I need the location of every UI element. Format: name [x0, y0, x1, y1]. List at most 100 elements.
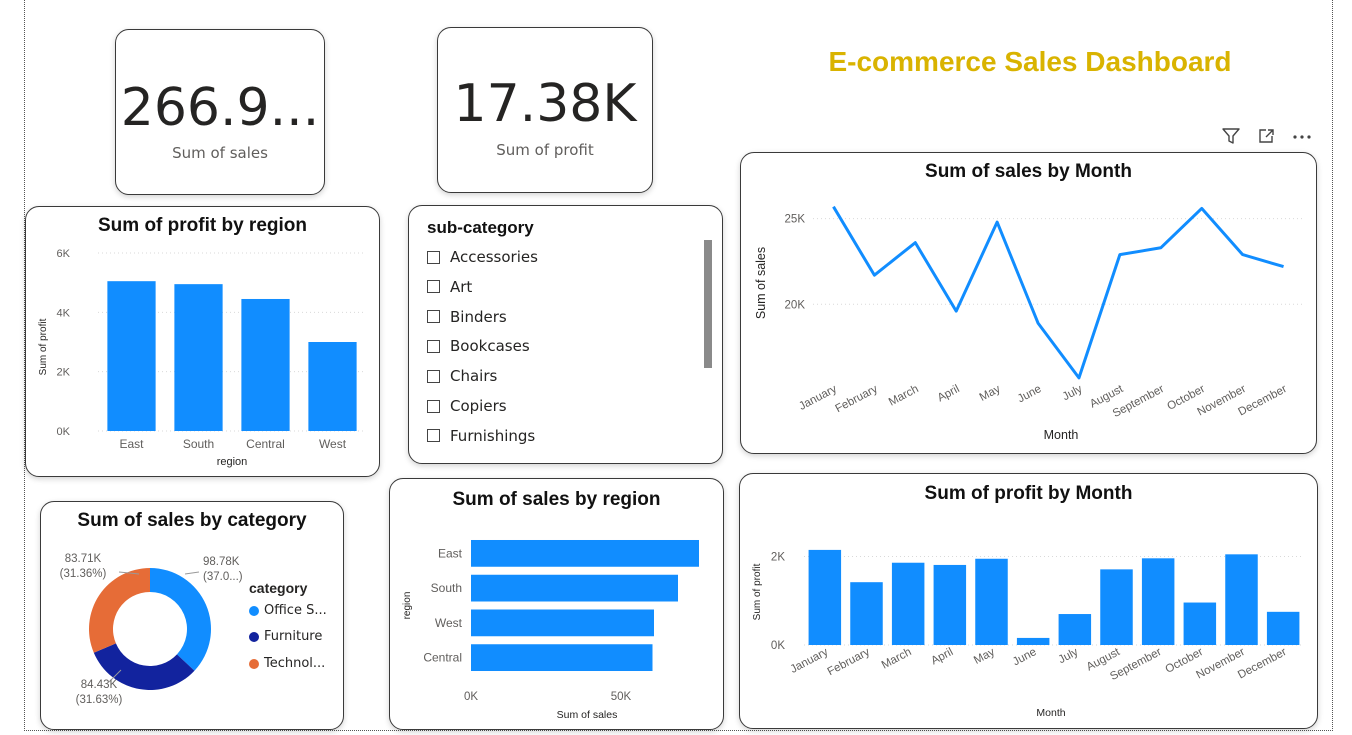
slicer-item[interactable]: Chairs: [427, 364, 497, 388]
y-tick-label: Central: [423, 651, 462, 665]
slicer-item-label: Binders: [450, 307, 507, 326]
x-tick-label: April: [936, 383, 962, 404]
checkbox[interactable]: [427, 429, 440, 443]
focus-mode-icon[interactable]: [1256, 126, 1280, 148]
bar: [241, 298, 290, 431]
legend-label: Furniture: [264, 629, 323, 644]
y-tick-label: West: [435, 616, 463, 630]
x-axis-label: Month: [1044, 428, 1079, 442]
x-tick-label: May: [978, 383, 1003, 404]
sales-by-region-card[interactable]: Sum of sales by region East South West Cent…: [389, 478, 724, 730]
checkbox[interactable]: [427, 280, 440, 294]
y-tick-label: 6K: [57, 248, 71, 260]
x-tick-label: April: [929, 646, 955, 667]
legend-title: category: [249, 580, 308, 596]
slicer-item-label: Copiers: [450, 397, 507, 415]
kpi-card-profit[interactable]: 17.38K Sum of profit: [437, 27, 653, 193]
bar: [1058, 614, 1092, 645]
y-tick-label: South: [431, 581, 462, 595]
filter-icon[interactable]: [1220, 126, 1244, 148]
y-tick-label: 0K: [57, 426, 71, 438]
y-tick-label: 4K: [57, 307, 71, 319]
bar: [1183, 602, 1217, 645]
slicer-item-label: Bookcases: [450, 337, 530, 356]
x-tick-label: July: [1061, 383, 1085, 403]
x-tick-label: East: [119, 437, 144, 451]
bar: [471, 539, 699, 567]
profit-by-month-card[interactable]: Sum of profit by Month 0K 2K January Februa…: [739, 473, 1318, 729]
legend-item[interactable]: Furniture: [249, 629, 322, 644]
bar: [1266, 611, 1300, 645]
x-tick-label: South: [183, 437, 214, 451]
x-tick-label: March: [887, 383, 921, 409]
more-options-icon[interactable]: [1290, 126, 1314, 148]
checkbox[interactable]: [427, 310, 440, 324]
slicer-item[interactable]: Binders: [427, 305, 507, 329]
bar: [471, 644, 653, 672]
slicer-item[interactable]: Copiers: [427, 394, 507, 418]
slicer-scrollbar[interactable]: [704, 240, 712, 368]
bar: [1225, 554, 1258, 645]
bar: [308, 342, 357, 431]
slicer-item[interactable]: Furnishings: [427, 424, 535, 448]
bar: [891, 562, 925, 645]
bar: [1016, 637, 1050, 645]
profit-by-region-chart: 0K 2K 4K 6K East South Central West region Sum of…: [38, 248, 366, 468]
bar: [107, 281, 156, 431]
data-label: 98.78K: [203, 556, 240, 568]
checkbox[interactable]: [427, 369, 440, 383]
pie-slice: [150, 568, 211, 671]
y-tick-label: 2K: [57, 367, 71, 379]
sales-by-region-chart: East South West Central 0K 50K Sum of sales reg…: [402, 539, 699, 721]
x-tick-label: 0K: [464, 691, 478, 703]
legend-item[interactable]: Technol...: [249, 656, 325, 671]
slicer-item[interactable]: Accessories: [427, 245, 538, 269]
checkbox[interactable]: [427, 399, 440, 413]
data-label: (37.0...): [203, 571, 243, 583]
pie-slice: [89, 568, 150, 653]
slicer-item[interactable]: Bookcases: [427, 334, 530, 358]
x-tick-label: February: [834, 383, 880, 415]
legend-label: Technol...: [264, 656, 326, 671]
x-tick-label: Central: [246, 437, 285, 451]
sub-category-slicer[interactable]: sub-category Accessories Art Binders Bookca…: [408, 205, 723, 464]
bar: [1141, 558, 1175, 645]
data-label: 83.71K: [65, 553, 102, 565]
kpi-value: 17.38K: [453, 74, 637, 134]
profit-by-region-card[interactable]: Sum of profit by region 0K 2K 4K 6K East Sout…: [25, 206, 380, 477]
kpi-label: Sum of profit: [496, 141, 594, 159]
kpi-value: 266.9...: [120, 78, 320, 138]
series-line: [832, 205, 1284, 380]
y-tick-label: East: [438, 546, 463, 560]
data-label: 84.43K: [81, 679, 118, 691]
bar: [471, 574, 678, 602]
checkbox[interactable]: [427, 339, 440, 353]
x-tick-label: February: [826, 646, 872, 678]
checkbox[interactable]: [427, 250, 440, 264]
slicer-item-label: Chairs: [450, 367, 498, 386]
bar: [174, 284, 223, 431]
kpi-card-sales[interactable]: 266.9... Sum of sales: [115, 29, 325, 195]
y-axis-label: region: [402, 592, 413, 620]
y-tick-label: 0K: [771, 640, 785, 652]
sales-by-month-chart: 20K 25K JanuaryFebruary March April May June Ju…: [754, 205, 1304, 442]
bar: [808, 549, 842, 645]
leader-line: [184, 571, 200, 575]
y-axis-label: Sum of profit: [38, 318, 49, 375]
x-tick-label: West: [319, 437, 347, 451]
profit-by-month-chart: 0K 2K JanuaryFebruary March April May June July…: [752, 549, 1304, 719]
sales-by-category-card[interactable]: Sum of sales by category 98.78K (37.0...)…: [40, 501, 344, 730]
x-tick-label: January: [797, 383, 839, 413]
bar: [850, 582, 883, 645]
data-label: (31.36%): [60, 568, 107, 580]
legend-item[interactable]: Office S...: [249, 603, 327, 618]
slicer-item[interactable]: Art: [427, 275, 472, 299]
kpi-label: Sum of sales: [172, 144, 268, 162]
x-tick-label: March: [880, 646, 914, 672]
sales-by-month-card[interactable]: Sum of sales by Month 20K 25K January Febru…: [740, 152, 1317, 454]
data-label: (31.63%): [76, 694, 123, 706]
x-tick-label: June: [1011, 646, 1039, 668]
y-tick-label: 25K: [785, 214, 806, 226]
slicer-item-label: Furnishings: [450, 426, 536, 445]
x-tick-label: January: [788, 646, 830, 676]
